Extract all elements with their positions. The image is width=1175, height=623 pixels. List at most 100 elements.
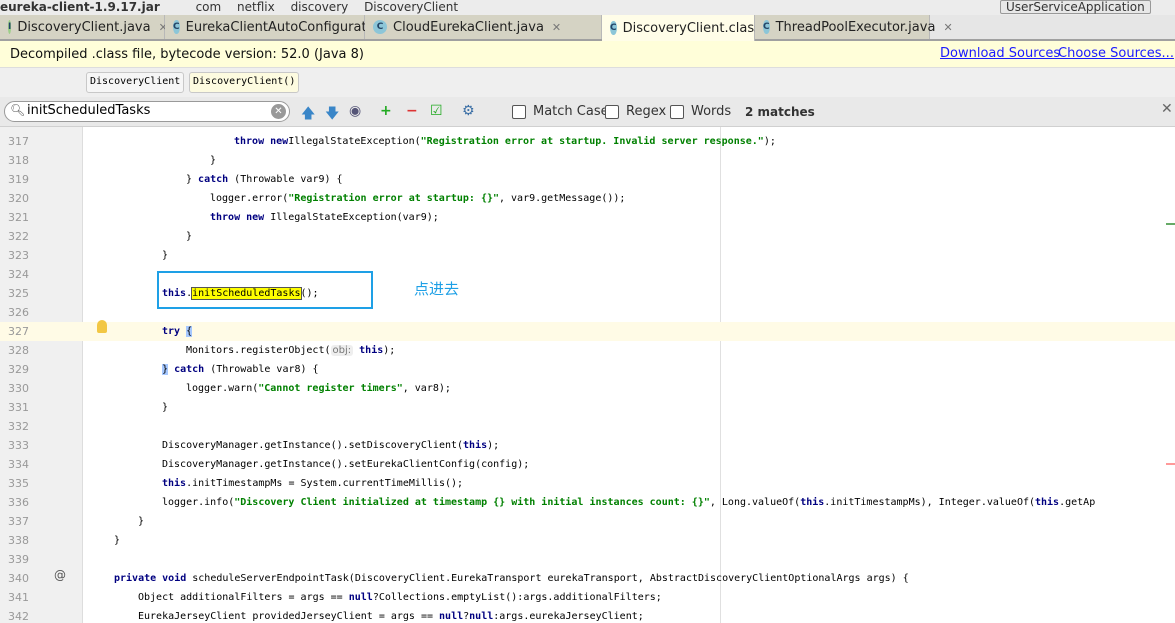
code-token: IllegalStateException(	[288, 136, 421, 147]
regex-checkbox[interactable]: Regex	[605, 104, 666, 119]
nav-class[interactable]: DiscoveryClient	[86, 72, 185, 93]
line-number: 323	[8, 249, 29, 262]
code-line[interactable]: 334 DiscoveryManager.getInstance().setEur…	[0, 455, 1175, 474]
breadcrumb-item[interactable]: discovery	[291, 0, 349, 14]
code-text: private void scheduleServerEndpointTask(…	[114, 569, 909, 588]
select-all-occurrences-icon[interactable]: ☑	[430, 103, 443, 119]
line-number: 331	[8, 401, 29, 414]
override-marker-icon[interactable]: @	[54, 568, 66, 582]
breadcrumb-item[interactable]: eureka-client-1.9.17.jar	[0, 0, 160, 14]
parameter-hint: obj:	[330, 345, 354, 356]
code-line[interactable]: 328 Monitors.registerObject(obj: this);	[0, 341, 1175, 360]
code-token: catch	[174, 364, 205, 375]
line-number: 332	[8, 420, 29, 433]
code-line[interactable]: 322}	[0, 227, 1175, 246]
tab-label: DiscoveryClient.java	[17, 19, 151, 35]
code-text: throw new IllegalStateException(var9);	[210, 208, 439, 227]
code-token: );	[383, 345, 396, 356]
code-line[interactable]: 321 throw new IllegalStateException(var9)…	[0, 208, 1175, 227]
code-line[interactable]: 327 try {	[0, 322, 1175, 341]
remove-occurrence-icon[interactable]: −	[406, 103, 418, 119]
tab-cloudeurekaclient[interactable]: C CloudEurekaClient.java ✕	[365, 15, 602, 39]
tab-label: CloudEurekaClient.java	[393, 19, 544, 35]
code-token: {	[186, 326, 193, 337]
code-token: "Registration error at startup. Invalid …	[420, 136, 764, 147]
run-config-selector[interactable]: UserServiceApplication	[1000, 0, 1151, 14]
class-icon: C	[610, 21, 617, 35]
code-token: (Throwable var8) {	[204, 364, 319, 375]
code-token: catch	[198, 174, 229, 185]
line-number: 327	[8, 325, 29, 338]
code-line[interactable]: 339	[0, 550, 1175, 569]
choose-sources-link[interactable]: Choose Sources...	[1058, 46, 1174, 61]
code-line[interactable]: 337}	[0, 512, 1175, 531]
breadcrumb: eureka-client-1.9.17.jar com netflix dis…	[0, 0, 1175, 15]
code-editor[interactable]: 342 EurekaJerseyClient providedJerseyClie…	[0, 127, 1175, 623]
search-icon[interactable]: 🔍︎	[10, 103, 25, 117]
code-token: try	[162, 326, 181, 337]
code-text: }	[114, 531, 120, 550]
code-token: }	[186, 174, 199, 185]
close-icon[interactable]: ✕	[943, 21, 952, 34]
code-token: this	[1035, 497, 1060, 508]
add-occurrence-icon[interactable]: +	[380, 103, 392, 119]
code-line[interactable]: 331}	[0, 398, 1175, 417]
code-line[interactable]: 336 logger.info("Discovery Client initial…	[0, 493, 1175, 512]
tab-discoveryclient-java[interactable]: I DiscoveryClient.java ✕	[0, 15, 168, 39]
code-line[interactable]: 329} catch (Throwable var8) {	[0, 360, 1175, 379]
code-token: null	[469, 611, 494, 622]
close-find-icon[interactable]: ✕	[1161, 101, 1173, 117]
code-line[interactable]: 317 throw newIllegalStateException("Regis…	[0, 132, 1175, 151]
interface-icon: I	[8, 20, 12, 34]
regex-label: Regex	[626, 104, 667, 119]
code-text: try {	[162, 322, 193, 341]
code-line[interactable]: 319} catch (Throwable var9) {	[0, 170, 1175, 189]
code-line[interactable]: 332	[0, 417, 1175, 436]
code-token: :args.eurekaJerseyClient;	[493, 611, 644, 622]
previous-occurrence-icon[interactable]: 🡅	[301, 103, 315, 127]
breadcrumb-item[interactable]: com	[196, 0, 222, 14]
line-number: 319	[8, 173, 29, 186]
code-line[interactable]: 323}	[0, 246, 1175, 265]
settings-gear-icon[interactable]: ⚙	[462, 103, 475, 119]
code-token: );	[763, 136, 776, 147]
code-text: } catch (Throwable var9) {	[186, 170, 343, 189]
code-text: logger.info("Discovery Client initialize…	[162, 493, 1095, 512]
breadcrumb-item[interactable]: netflix	[237, 0, 275, 14]
code-token: this	[800, 497, 825, 508]
change-marker[interactable]	[1166, 463, 1175, 465]
code-line[interactable]: 330 logger.warn("Cannot register timers",…	[0, 379, 1175, 398]
lightbulb-icon[interactable]	[97, 320, 107, 333]
code-line[interactable]: 342 EurekaJerseyClient providedJerseyClie…	[0, 607, 1175, 623]
nav-method[interactable]: DiscoveryClient()	[189, 72, 300, 93]
line-number: 329	[8, 363, 29, 376]
download-sources-link[interactable]: Download Sources	[940, 46, 1060, 61]
tab-discoveryclient-class[interactable]: CDiscoveryClient.class✕	[602, 15, 778, 41]
change-marker[interactable]	[1166, 223, 1175, 225]
code-token: Monitors.registerObject(	[186, 345, 331, 356]
code-line[interactable]: 335 this.initTimestampMs = System.current…	[0, 474, 1175, 493]
code-text: Monitors.registerObject(obj: this);	[186, 341, 395, 360]
tab-eurekaclientautoconfiguration[interactable]: CEurekaClientAutoConfiguration.java✕	[165, 15, 435, 39]
code-line[interactable]: 320 logger.error("Registration error at s…	[0, 189, 1175, 208]
code-line[interactable]: 338}	[0, 531, 1175, 550]
find-all-icon[interactable]: ◉	[349, 103, 361, 119]
code-token: .getAp	[1059, 497, 1096, 508]
next-occurrence-icon[interactable]: 🡇	[325, 103, 339, 127]
code-token: logger.error(	[210, 193, 289, 204]
code-line[interactable]: 340 private void scheduleServerEndpointTa…	[0, 569, 1175, 588]
code-line[interactable]: 333 DiscoveryManager.getInstance().setDis…	[0, 436, 1175, 455]
clear-icon[interactable]: ✕	[271, 104, 286, 119]
close-icon[interactable]: ✕	[552, 21, 561, 34]
match-case-checkbox[interactable]: Match Case	[512, 104, 609, 119]
tab-threadpoolexecutor[interactable]: C ThreadPoolExecutor.java ✕	[755, 15, 953, 39]
code-token: this	[162, 478, 187, 489]
code-line[interactable]: 341 Object additionalFilters = args == nu…	[0, 588, 1175, 607]
code-token: null	[348, 592, 373, 603]
breadcrumb-item[interactable]: DiscoveryClient	[364, 0, 458, 14]
code-token: , Long.valueOf(	[709, 497, 801, 508]
words-checkbox[interactable]: Words	[670, 104, 731, 119]
search-input[interactable]: 🔍︎ initScheduledTasks ✕	[4, 101, 290, 122]
code-line[interactable]: 318}	[0, 151, 1175, 170]
code-token: (Throwable var9) {	[228, 174, 343, 185]
